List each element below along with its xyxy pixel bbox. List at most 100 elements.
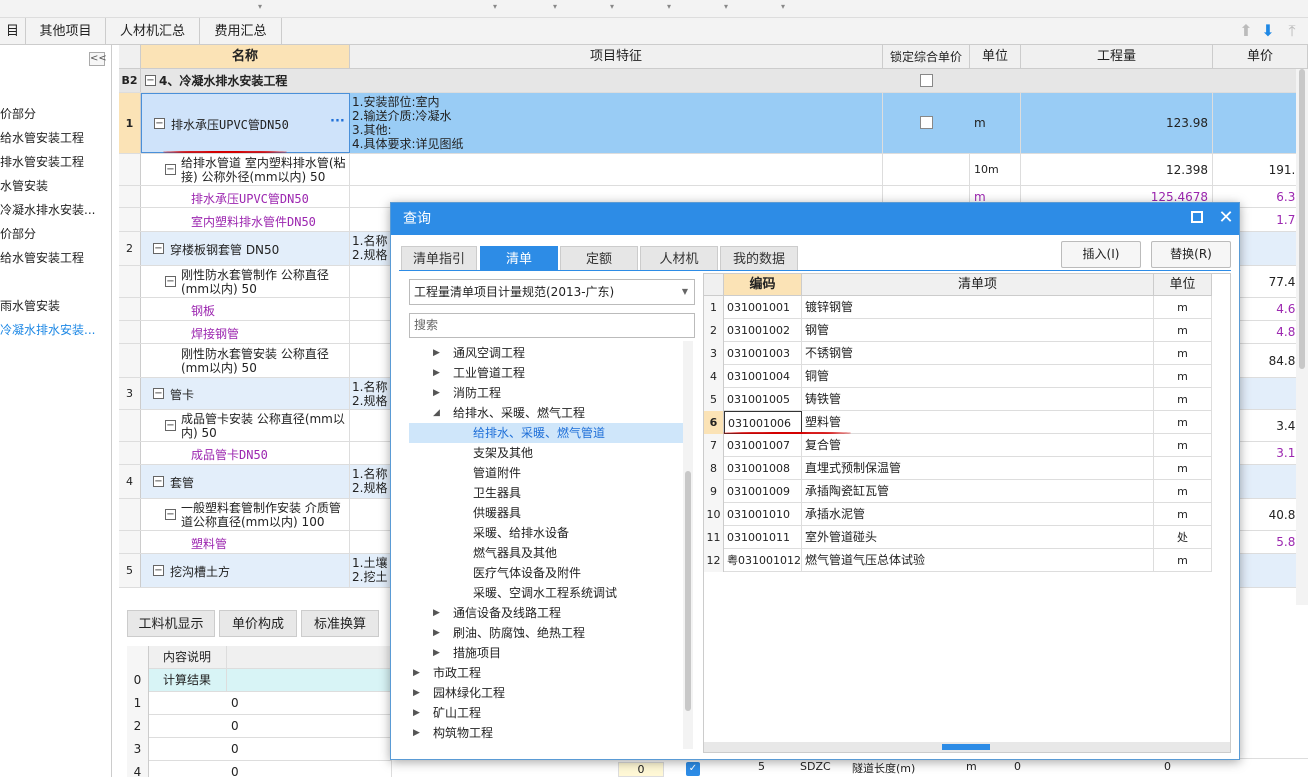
scrollbar-thumb[interactable]	[1299, 69, 1305, 369]
expand-arrow-icon[interactable]: ▶	[433, 643, 440, 663]
table-row[interactable]: 10 031001010 承插水泥管 m	[704, 503, 1212, 526]
tree-item[interactable]: 管道附件	[409, 463, 683, 483]
unit-cell[interactable]: m	[1154, 480, 1212, 503]
tab-bill-guide[interactable]: 清单指引	[401, 246, 477, 271]
tree-item[interactable]: ▶ 园林绿化工程	[409, 683, 683, 703]
code-cell[interactable]: 031001009	[724, 480, 802, 503]
bill-item-cell[interactable]: 直埋式预制保温管	[802, 457, 1154, 480]
table-row-selected[interactable]: 1 − 排水承压UPVC管DN50 ··· 1.安装部位:室内 2.输送介质:冷…	[119, 93, 1308, 154]
nav-item[interactable]: 排水管安装工程	[0, 153, 84, 170]
code-cell[interactable]: 031001011	[724, 526, 802, 549]
table-row[interactable]: 3 031001003 不锈钢管 m	[704, 342, 1212, 365]
checked-checkbox-icon[interactable]: ✓	[686, 762, 700, 776]
code-cell[interactable]: 031001002	[724, 319, 802, 342]
code-cell[interactable]: 031001003	[724, 342, 802, 365]
expand-arrow-icon[interactable]: ▶	[413, 683, 420, 703]
search-input[interactable]: 搜索	[409, 313, 695, 338]
code-cell[interactable]: 031001008	[724, 457, 802, 480]
dropdown-caret-icon[interactable]: ▾	[610, 2, 614, 11]
bill-item-cell[interactable]: 铸铁管	[802, 388, 1154, 411]
unit-cell[interactable]: m	[1154, 388, 1212, 411]
name-cell[interactable]: − 给排水管道 室内塑料排水管(粘接) 公称外径(mm以内) 50	[141, 154, 350, 185]
tree-item[interactable]: 卫生器具	[409, 483, 683, 503]
tab-other-items[interactable]: 其他项目	[26, 18, 106, 45]
horizontal-scrollbar[interactable]	[704, 742, 1230, 752]
tree-item[interactable]: ▶ 构筑物工程	[409, 723, 683, 743]
calc-row[interactable]: 3 0	[127, 738, 392, 761]
unit-cell[interactable]: 处	[1154, 526, 1212, 549]
collapse-toggle-icon[interactable]: −	[153, 565, 164, 576]
nav-item[interactable]: 雨水管安装	[0, 297, 60, 314]
tree-item[interactable]: 采暖、给排水设备	[409, 523, 683, 543]
header-name-highlight[interactable]: 名称	[141, 45, 350, 69]
quantity-cell[interactable]: 12.398	[1021, 154, 1213, 185]
table-row[interactable]: 6 031001006 塑料管 m	[704, 411, 1212, 434]
name-cell[interactable]: − 刚性防水套管制作 公称直径(mm以内) 50	[141, 266, 350, 297]
tree-item[interactable]: ▶ 措施项目	[409, 643, 683, 663]
tab-standard-conversion[interactable]: 标准换算	[301, 610, 379, 637]
unit-cell[interactable]: m	[970, 93, 1021, 153]
table-row[interactable]: 4 031001004 铜管 m	[704, 365, 1212, 388]
bill-item-cell[interactable]: 镀锌钢管	[802, 296, 1154, 319]
bill-item-cell[interactable]: 室外管道碰头	[802, 526, 1154, 549]
tree-item[interactable]: 支架及其他	[409, 443, 683, 463]
tree-item[interactable]: 采暖、空调水工程系统调试	[409, 583, 683, 603]
nav-item[interactable]: 冷凝水排水安装...	[0, 201, 95, 218]
tree-item[interactable]: ▶ 通信设备及线路工程	[409, 603, 683, 623]
name-cell[interactable]: − 穿楼板钢套管 DN50	[141, 232, 350, 265]
name-cell[interactable]: − 一般塑料套管制作安装 介质管道公称直径(mm以内) 100	[141, 499, 350, 530]
feature-cell[interactable]	[350, 154, 883, 185]
tree-scrollbar[interactable]	[683, 341, 693, 749]
move-down-icon[interactable]: ⬇	[1260, 22, 1276, 40]
tree-item[interactable]: 医疗气体设备及附件	[409, 563, 683, 583]
calc-row[interactable]: 0 计算结果	[127, 669, 392, 692]
name-cell[interactable]: − 管卡	[141, 378, 350, 409]
dropdown-caret-icon[interactable]: ▾	[667, 2, 671, 11]
bill-item-cell[interactable]: 塑料管	[802, 411, 1154, 434]
calc-row[interactable]: 1 0	[127, 692, 392, 715]
calc-value[interactable]: 0	[227, 761, 392, 777]
code-cell[interactable]: 031001001	[724, 296, 802, 319]
code-cell[interactable]: 031001005	[724, 388, 802, 411]
tab-bill[interactable]: 清单	[480, 246, 558, 271]
expand-arrow-icon[interactable]: ▶	[413, 723, 420, 743]
replace-button[interactable]: 替换(R)	[1151, 241, 1231, 268]
unit-cell[interactable]: m	[1154, 342, 1212, 365]
unit-cell[interactable]: m	[1154, 434, 1212, 457]
bill-item-cell[interactable]: 燃气管道气压总体试验	[802, 549, 1154, 572]
unit-cell[interactable]: m	[1154, 549, 1212, 572]
dropdown-caret-icon[interactable]: ▾	[258, 2, 262, 11]
move-up-icon[interactable]: ⬆	[1238, 22, 1254, 40]
tab-price-composition[interactable]: 单价构成	[219, 610, 297, 637]
header-bill-item[interactable]: 清单项	[802, 274, 1154, 296]
calc-value[interactable]: 0	[227, 715, 392, 738]
feature-cell[interactable]: 1.安装部位:室内 2.输送介质:冷凝水 3.其他: 4.具体要求:详见图纸	[350, 93, 883, 153]
table-row[interactable]: − 给排水管道 室内塑料排水管(粘接) 公称外径(mm以内) 50 10m 12…	[119, 154, 1308, 186]
header-unit[interactable]: 单位	[970, 45, 1021, 69]
tree-item[interactable]: ▶ 刷油、防腐蚀、绝热工程	[409, 623, 683, 643]
tree-item[interactable]: 燃气器具及其他	[409, 543, 683, 563]
name-cell[interactable]: − 成品管卡安装 公称直径(mm以内) 50	[141, 410, 350, 441]
table-row[interactable]: 11 031001011 室外管道碰头处	[704, 526, 1212, 549]
dropdown-caret-icon[interactable]: ▾	[724, 2, 728, 11]
header-unit-price[interactable]: 单价	[1213, 45, 1308, 69]
code-cell[interactable]: 031001004	[724, 365, 802, 388]
insert-button[interactable]: 插入(I)	[1061, 241, 1141, 268]
close-icon[interactable]: ✕	[1217, 207, 1235, 229]
name-cell[interactable]: 焊接钢管	[141, 321, 350, 343]
dialog-title[interactable]: 查询	[391, 203, 1239, 235]
tab-my-data[interactable]: 我的数据	[720, 246, 798, 271]
lock-cell[interactable]	[883, 154, 970, 185]
table-row[interactable]: 2 031001002 钢管 m	[704, 319, 1212, 342]
collapse-toggle-icon[interactable]: −	[154, 118, 165, 129]
collapse-toggle-icon[interactable]: −	[165, 420, 176, 431]
code-cell[interactable]: 031001006	[724, 411, 802, 434]
nav-item-active[interactable]: 冷凝水排水安装...	[0, 321, 95, 338]
name-cell[interactable]: − 挖沟槽土方	[141, 554, 350, 587]
scrollbar-thumb[interactable]	[685, 471, 691, 711]
section-row[interactable]: B2 − 4、冷凝水排水安装工程	[119, 69, 1308, 93]
name-cell[interactable]: 钢板	[141, 298, 350, 320]
tab-quota[interactable]: 定额	[560, 246, 638, 271]
table-row[interactable]: 5 031001005 铸铁管 m	[704, 388, 1212, 411]
collapse-arrow-icon[interactable]: ◢	[433, 403, 440, 423]
